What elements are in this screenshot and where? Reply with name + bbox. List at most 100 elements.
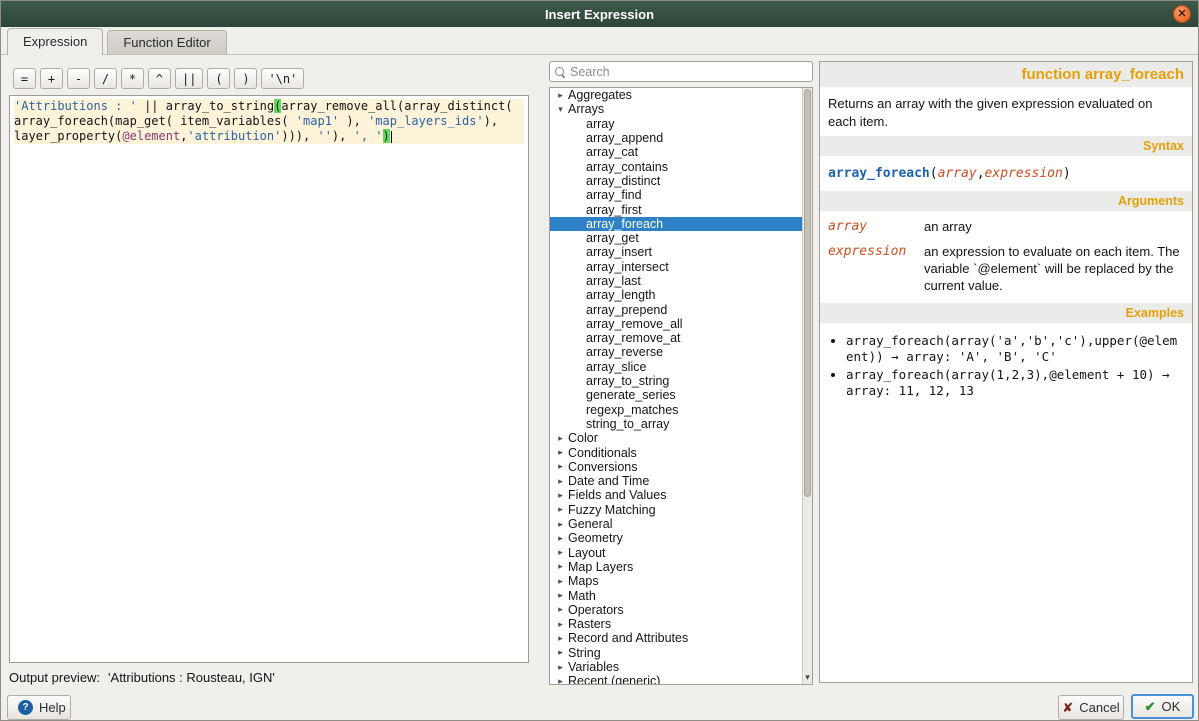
tree-group-operators[interactable]: ▸Operators	[550, 603, 802, 617]
tree-item-array-insert[interactable]: array_insert	[550, 245, 802, 259]
tree-item-label: array_distinct	[586, 174, 660, 188]
tree-group-aggregates[interactable]: ▸Aggregates	[550, 88, 802, 102]
chevron-right-icon[interactable]: ▸	[553, 447, 568, 458]
operator-button-n[interactable]: '\n'	[261, 68, 304, 89]
chevron-right-icon[interactable]: ▸	[553, 476, 568, 487]
tree-item-array-to-string[interactable]: array_to_string	[550, 374, 802, 388]
tree-group-map-layers[interactable]: ▸Map Layers	[550, 560, 802, 574]
tree-item-array[interactable]: array	[550, 117, 802, 131]
syntax-code: array_foreach(array,expression)	[820, 156, 1192, 191]
example-item: array_foreach(array('a','b','c'),upper(@…	[846, 333, 1184, 366]
scroll-down-icon[interactable]: ▾	[803, 672, 812, 683]
expression-editor[interactable]: 'Attributions : ' || array_to_string(arr…	[9, 95, 529, 663]
chevron-right-icon[interactable]: ▸	[553, 490, 568, 501]
tree-group-math[interactable]: ▸Math	[550, 588, 802, 602]
tree-item-array-foreach[interactable]: array_foreach	[550, 217, 802, 231]
chevron-right-icon[interactable]: ▸	[553, 633, 568, 644]
search-input[interactable]	[570, 65, 807, 79]
chevron-right-icon[interactable]: ▸	[553, 676, 568, 685]
operator-button-5[interactable]: ^	[148, 68, 171, 89]
tree-item-array-first[interactable]: array_first	[550, 202, 802, 216]
tree-item-label: array_intersect	[586, 260, 669, 274]
tree-item-label: Math	[568, 589, 596, 603]
tab-function-editor[interactable]: Function Editor	[107, 30, 226, 55]
tree-scrollbar-thumb[interactable]	[804, 89, 811, 497]
syntax-punctuation: )	[1063, 166, 1071, 181]
tree-group-geometry[interactable]: ▸Geometry	[550, 531, 802, 545]
cancel-button[interactable]: ✘ Cancel	[1058, 695, 1124, 720]
tree-item-array-remove-at[interactable]: array_remove_at	[550, 331, 802, 345]
code-token: array_to_string	[166, 99, 274, 113]
tree-group-fuzzy-matching[interactable]: ▸Fuzzy Matching	[550, 503, 802, 517]
operator-button-2[interactable]: -	[67, 68, 90, 89]
chevron-right-icon[interactable]: ▸	[553, 561, 568, 572]
tree-item-array-slice[interactable]: array_slice	[550, 360, 802, 374]
operator-button-1[interactable]: +	[40, 68, 63, 89]
chevron-down-icon[interactable]: ▾	[553, 104, 568, 115]
code-line: array_foreach(map_get( item_variables( '…	[14, 114, 524, 129]
tree-item-generate-series[interactable]: generate_series	[550, 388, 802, 402]
operator-button-7[interactable]: (	[207, 68, 230, 89]
tree-item-array-append[interactable]: array_append	[550, 131, 802, 145]
tree-item-array-intersect[interactable]: array_intersect	[550, 260, 802, 274]
tree-item-label: string_to_array	[586, 417, 669, 431]
tree-item-label: Date and Time	[568, 474, 649, 488]
operator-button-3[interactable]: /	[94, 68, 117, 89]
tree-item-label: Recent (generic)	[568, 674, 660, 685]
operator-button-0[interactable]: =	[13, 68, 36, 89]
tree-item-array-remove-all[interactable]: array_remove_all	[550, 317, 802, 331]
chevron-right-icon[interactable]: ▸	[553, 647, 568, 658]
tab-expression[interactable]: Expression	[7, 28, 103, 55]
ok-button[interactable]: ✔ OK	[1131, 694, 1194, 719]
tree-item-array-last[interactable]: array_last	[550, 274, 802, 288]
chevron-right-icon[interactable]: ▸	[553, 519, 568, 530]
tree-group-conversions[interactable]: ▸Conversions	[550, 460, 802, 474]
chevron-right-icon[interactable]: ▸	[553, 461, 568, 472]
tree-group-fields-and-values[interactable]: ▸Fields and Values	[550, 488, 802, 502]
tree-group-general[interactable]: ▸General	[550, 517, 802, 531]
tree-item-string-to-array[interactable]: string_to_array	[550, 417, 802, 431]
chevron-right-icon[interactable]: ▸	[553, 547, 568, 558]
close-icon[interactable]: ✕	[1173, 5, 1191, 23]
code-token	[159, 99, 166, 113]
help-button[interactable]: ? Help	[7, 695, 71, 720]
tree-item-array-contains[interactable]: array_contains	[550, 159, 802, 173]
chevron-right-icon[interactable]: ▸	[553, 590, 568, 601]
tree-group-recent-generic[interactable]: ▸Recent (generic)	[550, 674, 802, 685]
tree-item-array-distinct[interactable]: array_distinct	[550, 174, 802, 188]
function-tree-rows: ▸Aggregates▾Arraysarrayarray_appendarray…	[550, 88, 802, 684]
tree-group-rasters[interactable]: ▸Rasters	[550, 617, 802, 631]
tree-group-date-and-time[interactable]: ▸Date and Time	[550, 474, 802, 488]
tree-group-arrays[interactable]: ▾Arrays	[550, 102, 802, 116]
chevron-right-icon[interactable]: ▸	[553, 533, 568, 544]
tree-item-array-length[interactable]: array_length	[550, 288, 802, 302]
tree-group-color[interactable]: ▸Color	[550, 431, 802, 445]
tree-group-variables[interactable]: ▸Variables	[550, 660, 802, 674]
tree-item-array-get[interactable]: array_get	[550, 231, 802, 245]
chevron-right-icon[interactable]: ▸	[553, 576, 568, 587]
operator-button-6[interactable]: ||	[175, 68, 203, 89]
tree-item-array-cat[interactable]: array_cat	[550, 145, 802, 159]
chevron-right-icon[interactable]: ▸	[553, 433, 568, 444]
tree-group-string[interactable]: ▸String	[550, 646, 802, 660]
operator-button-4[interactable]: *	[121, 68, 144, 89]
tree-group-conditionals[interactable]: ▸Conditionals	[550, 445, 802, 459]
tree-item-label: Fields and Values	[568, 488, 666, 502]
tree-group-record-and-attributes[interactable]: ▸Record and Attributes	[550, 631, 802, 645]
examples-header: Examples	[820, 303, 1192, 323]
dialog-title: Insert Expression	[545, 7, 654, 22]
chevron-right-icon[interactable]: ▸	[553, 619, 568, 630]
chevron-right-icon[interactable]: ▸	[553, 604, 568, 615]
tree-scrollbar[interactable]: ▾	[802, 88, 812, 684]
tree-item-regexp-matches[interactable]: regexp_matches	[550, 403, 802, 417]
chevron-right-icon[interactable]: ▸	[553, 90, 568, 101]
operator-button-8[interactable]: )	[234, 68, 257, 89]
tree-item-array-find[interactable]: array_find	[550, 188, 802, 202]
tree-item-label: array_last	[586, 274, 641, 288]
tree-group-maps[interactable]: ▸Maps	[550, 574, 802, 588]
tree-item-array-prepend[interactable]: array_prepend	[550, 302, 802, 316]
tree-item-array-reverse[interactable]: array_reverse	[550, 345, 802, 359]
tree-group-layout[interactable]: ▸Layout	[550, 546, 802, 560]
chevron-right-icon[interactable]: ▸	[553, 504, 568, 515]
chevron-right-icon[interactable]: ▸	[553, 662, 568, 673]
